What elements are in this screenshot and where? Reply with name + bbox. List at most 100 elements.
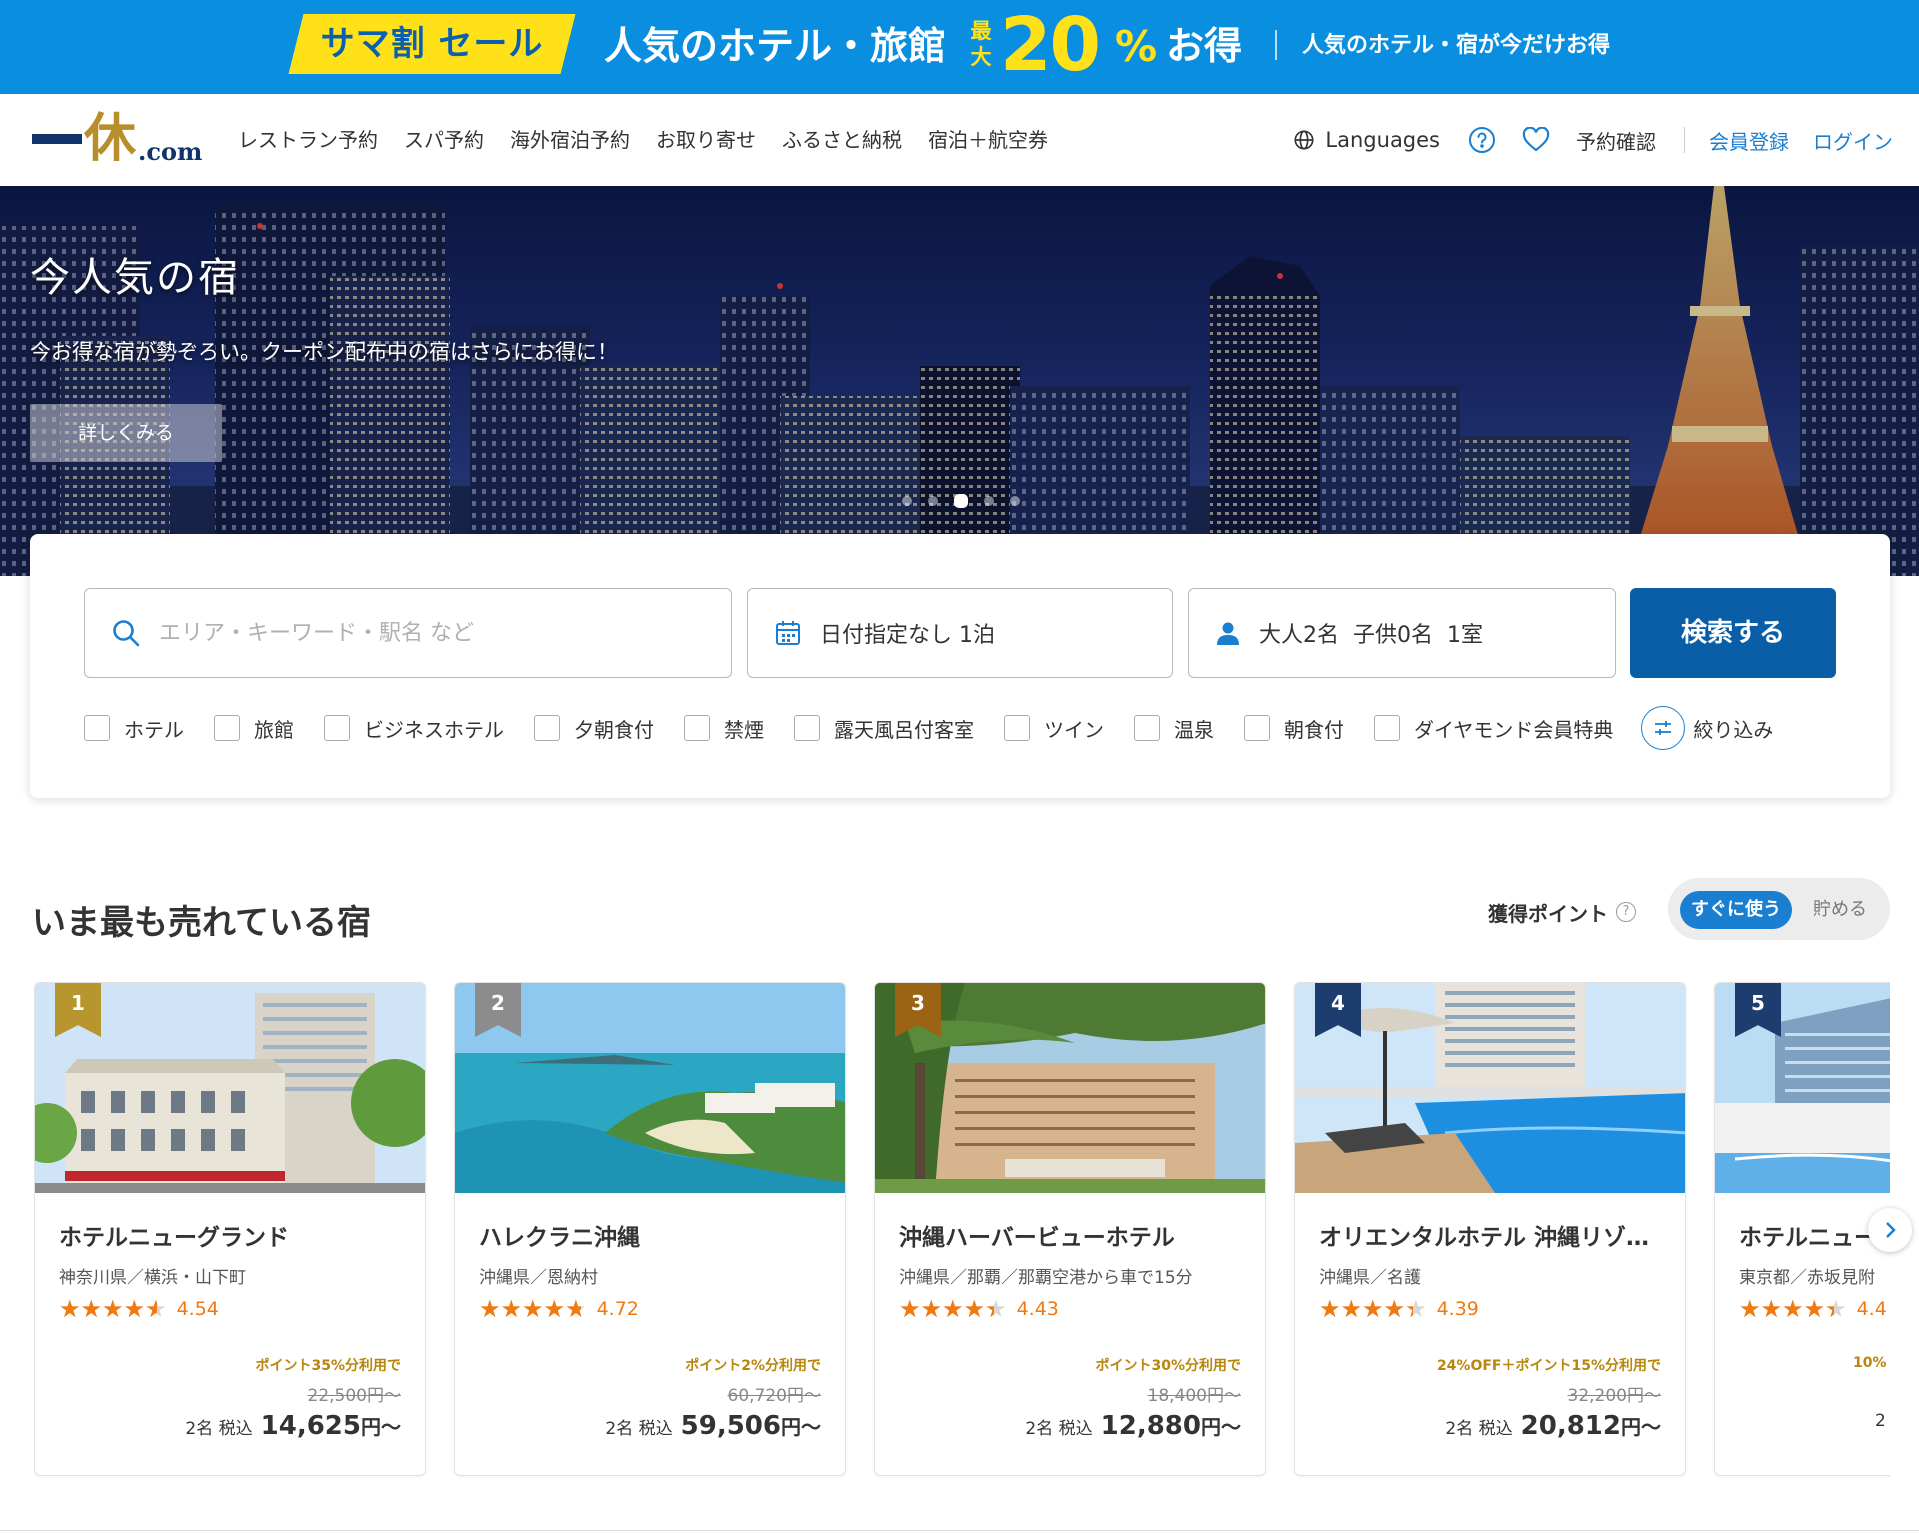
keyword-input[interactable] [159, 620, 619, 646]
hotel-card[interactable]: 1 ホテルニューグランド 神奈川県／横浜・山下町 ★★★★★ ★★★★★ 4.54… [34, 982, 426, 1476]
filter-checkbox[interactable] [1004, 715, 1030, 741]
keyword-field[interactable] [84, 588, 732, 678]
filter-label: 旅館 [254, 717, 294, 742]
filter-checkbox[interactable] [794, 715, 820, 741]
rating-stars: ★★★★★★★★★★ [1739, 1295, 1847, 1323]
hotel-carousel: 1 ホテルニューグランド 神奈川県／横浜・山下町 ★★★★★ ★★★★★ 4.54… [34, 982, 1890, 1478]
toggle-save[interactable]: 貯める [1800, 891, 1880, 929]
filter-two-meals[interactable]: 夕朝食付 [534, 714, 654, 743]
nav-restaurant[interactable]: レストラン予約 [238, 124, 378, 156]
filter-checkbox[interactable] [214, 715, 240, 741]
logo-bar [32, 134, 82, 144]
nav-hotel-flight[interactable]: 宿泊＋航空券 [928, 124, 1048, 156]
page-divider [0, 1530, 1919, 1531]
filter-breakfast[interactable]: 朝食付 [1244, 714, 1344, 743]
header-divider [1684, 127, 1685, 153]
carousel-dot-5[interactable] [1010, 496, 1020, 506]
price-prefix: 2名 税込 [185, 1419, 253, 1439]
original-price: 32,200円〜 [1567, 1386, 1661, 1406]
narrow-down-button[interactable]: 絞り込み [1641, 706, 1773, 750]
filter-twin[interactable]: ツイン [1004, 714, 1104, 743]
hotel-card[interactable]: 3 沖縄ハーバービューホテル 沖縄県／那覇／那覇空港から車で15分 ★★★★★ ★… [874, 982, 1266, 1476]
filter-checkbox[interactable] [534, 715, 560, 741]
price-suffix: 円〜 [1621, 1415, 1661, 1439]
rating-stars: ★★★★★★★★★★ [479, 1295, 587, 1323]
filter-business-hotel[interactable]: ビジネスホテル [324, 714, 504, 743]
nav-gourmet[interactable]: お取り寄せ [656, 124, 756, 156]
original-price: 18,400円〜 [1147, 1386, 1241, 1406]
filter-checkbox[interactable] [684, 715, 710, 741]
filter-non-smoking[interactable]: 禁煙 [684, 714, 764, 743]
search-icon [111, 618, 141, 648]
carousel-dot-3[interactable] [954, 494, 968, 508]
promo-percent: 20 [1000, 2, 1101, 88]
reservation-check-link[interactable]: 予約確認 [1576, 126, 1656, 155]
carousel-dot-2[interactable] [928, 496, 938, 506]
nav-spa[interactable]: スパ予約 [404, 124, 484, 156]
filter-checkbox[interactable] [324, 715, 350, 741]
hotel-card[interactable]: 5 ホテルニュー… 東京都／赤坂見附 ★★★★★★★★★★ 4.4 10% 2 [1714, 982, 1890, 1476]
hotel-location: 沖縄県／恩納村 [479, 1268, 598, 1288]
promo-divider [1275, 30, 1277, 60]
carousel-next-button[interactable] [1868, 1208, 1912, 1252]
hero-details-button[interactable]: 詳しくみる [30, 404, 222, 462]
rating-score: 4.72 [596, 1298, 639, 1320]
filter-label: ビジネスホテル [364, 717, 504, 742]
ranking-title: いま最も売れている宿 [32, 903, 371, 943]
promo-banner[interactable]: サマ割 セール 人気のホテル・旅館 最大 20 % お得 人気のホテル・宿が今だ… [0, 0, 1919, 94]
nav-furusato[interactable]: ふるさと納税 [782, 124, 902, 156]
price-prefix: 2 [1875, 1411, 1886, 1431]
hotel-location: 沖縄県／名護 [1319, 1268, 1421, 1288]
logo-suffix: .com [138, 137, 203, 166]
price-value: 59,506 [680, 1411, 781, 1441]
points-promo: ポイント35%分利用で [255, 1358, 401, 1374]
rating-stars: ★★★★★★★★★★ [59, 1295, 167, 1323]
filter-diamond[interactable]: ダイヤモンド会員特典 [1374, 714, 1613, 743]
points-promo: 24%OFF＋ポイント15%分利用で [1436, 1358, 1661, 1374]
hotel-card[interactable]: 2 ハレクラニ沖縄 沖縄県／恩納村 ★★★★★ ★★★★★ 4.72 ポイント2%… [454, 982, 846, 1476]
header-right: Languages 予約確認 会員登録 ログイン [1293, 122, 1893, 158]
chevron-right-icon [1886, 1222, 1896, 1238]
site-logo[interactable]: 休 .com [32, 110, 203, 168]
help-button[interactable] [1468, 126, 1496, 154]
filter-private-bath[interactable]: 露天風呂付客室 [794, 714, 974, 743]
hotel-rating: ★★★★★ ★★★★★ 4.54 [59, 1295, 219, 1323]
price-row: 2名 税込 20,812 円〜 [1445, 1411, 1661, 1441]
toggle-use-now[interactable]: すぐに使う [1680, 891, 1792, 929]
carousel-dot-1[interactable] [902, 496, 912, 506]
heart-icon [1522, 127, 1550, 152]
filter-ryokan[interactable]: 旅館 [214, 714, 294, 743]
filter-label: ダイヤモンド会員特典 [1414, 717, 1614, 742]
filter-label: ツイン [1044, 717, 1104, 742]
help-circle-icon[interactable]: ? [1616, 902, 1636, 922]
register-link[interactable]: 会員登録 [1709, 126, 1789, 155]
login-link[interactable]: ログイン [1813, 126, 1893, 155]
promo-main-text: 人気のホテル・旅館 [604, 24, 947, 68]
favorites-button[interactable] [1522, 127, 1550, 153]
filter-checkbox[interactable] [84, 715, 110, 741]
promo-percent-sign: % [1115, 22, 1158, 71]
hotel-card[interactable]: 4 オリエンタルホテル 沖縄リゾ… 沖縄県／名護 ★★★★★★★★★★ 4.39… [1294, 982, 1686, 1476]
search-button[interactable]: 検索する [1630, 588, 1836, 678]
filter-onsen[interactable]: 温泉 [1134, 714, 1214, 743]
filter-hotel[interactable]: ホテル [84, 714, 184, 743]
hotel-rating: ★★★★★★★★★★ 4.39 [1319, 1295, 1479, 1323]
price-suffix: 円〜 [781, 1415, 821, 1439]
guests-field[interactable]: 大人2名 子供0名 1室 [1188, 588, 1616, 678]
original-price: 60,720円〜 [727, 1386, 821, 1406]
promo-tag: サマ割 セール [320, 24, 544, 64]
languages-button[interactable]: Languages [1293, 128, 1440, 152]
nav-overseas[interactable]: 海外宿泊予約 [510, 124, 630, 156]
date-field[interactable]: 日付指定なし 1泊 [747, 588, 1173, 678]
hotel-rating: ★★★★★★★★★★ 4.43 [899, 1295, 1059, 1323]
price-suffix: 円〜 [361, 1415, 401, 1439]
filter-label: 朝食付 [1284, 717, 1344, 742]
price-suffix: 円〜 [1201, 1415, 1241, 1439]
filter-checkbox[interactable] [1244, 715, 1270, 741]
points-label: 獲得ポイント [1488, 901, 1608, 926]
hero-carousel[interactable]: 今人気の宿 今お得な宿が勢ぞろい。クーポン配布中の宿はさらにお得に！ 詳しくみる [0, 186, 1919, 576]
carousel-dot-4[interactable] [984, 496, 994, 506]
hotel-location: 沖縄県／那覇／那覇空港から車で15分 [899, 1268, 1193, 1288]
filter-checkbox[interactable] [1134, 715, 1160, 741]
filter-checkbox[interactable] [1374, 715, 1400, 741]
